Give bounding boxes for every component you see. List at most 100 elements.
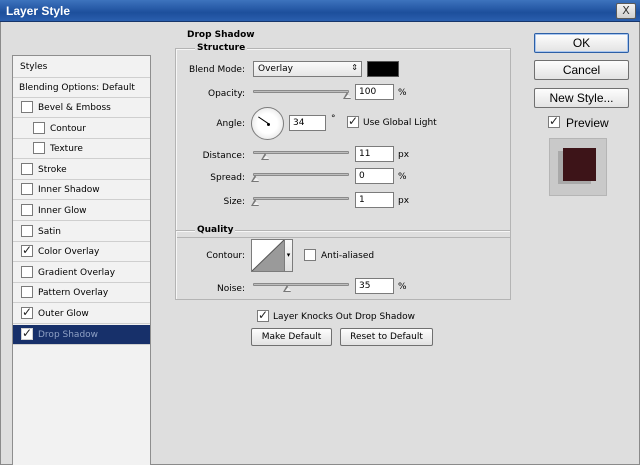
knockout-checkbox[interactable] xyxy=(257,308,269,322)
title-bar: Layer Style X xyxy=(0,0,640,22)
size-unit: px xyxy=(398,196,410,206)
sidebar-item-label: Outer Glow xyxy=(38,309,89,319)
noise-slider-thumb[interactable] xyxy=(283,285,292,293)
shadow-color-swatch[interactable] xyxy=(367,61,399,77)
distance-slider-thumb[interactable] xyxy=(261,153,270,161)
styles-list: Styles Blending Options: Default Bevel &… xyxy=(12,55,151,465)
sidebar-item-checkbox[interactable] xyxy=(21,101,33,113)
opacity-label: Opacity: xyxy=(208,89,245,99)
angle-input[interactable]: 34 xyxy=(289,115,326,131)
sidebar-item-checkbox[interactable] xyxy=(21,305,33,319)
sidebar-item-label: Contour xyxy=(50,123,86,134)
make-default-button[interactable]: Make Default xyxy=(251,328,332,346)
sidebar-item-contour[interactable]: Contour xyxy=(13,119,150,139)
spread-slider-thumb[interactable] xyxy=(251,175,260,183)
structure-title: Structure xyxy=(195,43,248,53)
contour-dropdown[interactable]: ▾ xyxy=(285,239,293,272)
distance-label: Distance: xyxy=(202,151,245,161)
angle-dial[interactable] xyxy=(251,107,284,140)
blending-options-item[interactable]: Blending Options: Default xyxy=(13,78,150,98)
size-label: Size: xyxy=(223,197,245,207)
sidebar-item-bevel-emboss[interactable]: Bevel & Emboss xyxy=(13,98,150,118)
knockout-label: Layer Knocks Out Drop Shadow xyxy=(273,312,415,322)
contour-label: Contour: xyxy=(206,251,245,261)
sidebar-item-drop-shadow[interactable]: Drop Shadow xyxy=(13,324,150,345)
sidebar-item-label: Drop Shadow xyxy=(38,329,99,340)
use-global-light-label: Use Global Light xyxy=(363,118,437,128)
sidebar-item-stroke[interactable]: Stroke xyxy=(13,160,150,180)
anti-aliased-label: Anti-aliased xyxy=(321,251,375,261)
window-title: Layer Style xyxy=(6,4,71,18)
sidebar-item-inner-shadow[interactable]: Inner Shadow xyxy=(13,180,150,201)
angle-label: Angle: xyxy=(216,119,245,129)
sidebar-item-checkbox[interactable] xyxy=(21,326,33,340)
sidebar-item-label: Inner Glow xyxy=(38,206,87,216)
cancel-button[interactable]: Cancel xyxy=(534,60,629,80)
dropdown-arrow-icon: ▾ xyxy=(286,251,291,259)
sidebar-item-checkbox[interactable] xyxy=(33,142,45,155)
noise-input[interactable]: 35 xyxy=(355,278,394,294)
distance-unit: px xyxy=(398,150,410,160)
angle-dial-needle xyxy=(258,116,269,124)
sidebar-item-checkbox[interactable] xyxy=(21,265,33,278)
spread-label: Spread: xyxy=(210,173,245,183)
size-input[interactable]: 1 xyxy=(355,192,394,208)
close-button[interactable]: X xyxy=(616,3,636,19)
noise-unit: % xyxy=(398,282,407,292)
sidebar-item-texture[interactable]: Texture xyxy=(13,139,150,160)
preview-label: Preview xyxy=(566,116,609,130)
sidebar-item-gradient-overlay[interactable]: Gradient Overlay xyxy=(13,263,150,283)
blend-mode-label: Blend Mode: xyxy=(188,65,245,75)
sidebar-item-label: Texture xyxy=(50,144,83,155)
layer-style-dialog: Styles Blending Options: Default Bevel &… xyxy=(0,22,640,465)
noise-slider[interactable] xyxy=(253,283,349,286)
drop-shadow-title: Drop Shadow xyxy=(185,30,257,40)
opacity-slider[interactable] xyxy=(253,90,349,93)
updown-arrows-icon: ⇕ xyxy=(351,63,358,72)
contour-preview[interactable] xyxy=(251,239,285,272)
style-preview xyxy=(549,138,607,196)
sidebar-item-label: Pattern Overlay xyxy=(38,288,109,299)
reset-to-default-button[interactable]: Reset to Default xyxy=(340,328,433,346)
sidebar-item-label: Gradient Overlay xyxy=(38,267,116,278)
blend-mode-value: Overlay xyxy=(258,64,293,74)
sidebar-item-label: Inner Shadow xyxy=(38,185,100,196)
preview-checkbox[interactable] xyxy=(548,114,560,128)
sidebar-item-label: Stroke xyxy=(38,164,67,175)
opacity-slider-thumb[interactable] xyxy=(343,92,352,100)
linear-contour-icon xyxy=(252,240,284,271)
sidebar-item-checkbox[interactable] xyxy=(21,204,33,216)
sidebar-item-checkbox[interactable] xyxy=(21,224,33,237)
sidebar-item-checkbox[interactable] xyxy=(21,243,33,258)
sidebar-item-checkbox[interactable] xyxy=(21,286,33,299)
sidebar-item-checkbox[interactable] xyxy=(21,162,33,175)
spread-slider[interactable] xyxy=(253,173,349,176)
quality-title: Quality xyxy=(195,225,236,235)
blending-options-label: Blending Options: Default xyxy=(19,83,135,93)
noise-label: Noise: xyxy=(217,284,245,294)
opacity-unit: % xyxy=(398,88,407,98)
anti-aliased-checkbox[interactable] xyxy=(304,249,316,261)
styles-header[interactable]: Styles xyxy=(13,56,150,78)
sidebar-item-checkbox[interactable] xyxy=(21,183,33,196)
styles-header-label: Styles xyxy=(20,62,48,72)
spread-input[interactable]: 0 xyxy=(355,168,394,184)
sidebar-item-outer-glow[interactable]: Outer Glow xyxy=(13,304,150,324)
sidebar-item-label: Color Overlay xyxy=(38,247,100,258)
spread-unit: % xyxy=(398,172,407,182)
sidebar-item-pattern-overlay[interactable]: Pattern Overlay xyxy=(13,283,150,304)
sidebar-item-label: Bevel & Emboss xyxy=(38,103,111,113)
size-slider-thumb[interactable] xyxy=(251,199,260,207)
new-style-button[interactable]: New Style... xyxy=(534,88,629,108)
sidebar-item-inner-glow[interactable]: Inner Glow xyxy=(13,201,150,221)
distance-input[interactable]: 11 xyxy=(355,146,394,162)
size-slider[interactable] xyxy=(253,197,349,200)
sidebar-item-label: Satin xyxy=(38,226,61,237)
opacity-input[interactable]: 100 xyxy=(355,84,394,100)
use-global-light-checkbox[interactable] xyxy=(347,114,359,128)
blend-mode-select[interactable]: Overlay ⇕ xyxy=(253,61,362,77)
ok-button[interactable]: OK xyxy=(534,33,629,53)
sidebar-item-color-overlay[interactable]: Color Overlay xyxy=(13,242,150,263)
sidebar-item-checkbox[interactable] xyxy=(33,121,45,134)
sidebar-item-satin[interactable]: Satin xyxy=(13,222,150,242)
